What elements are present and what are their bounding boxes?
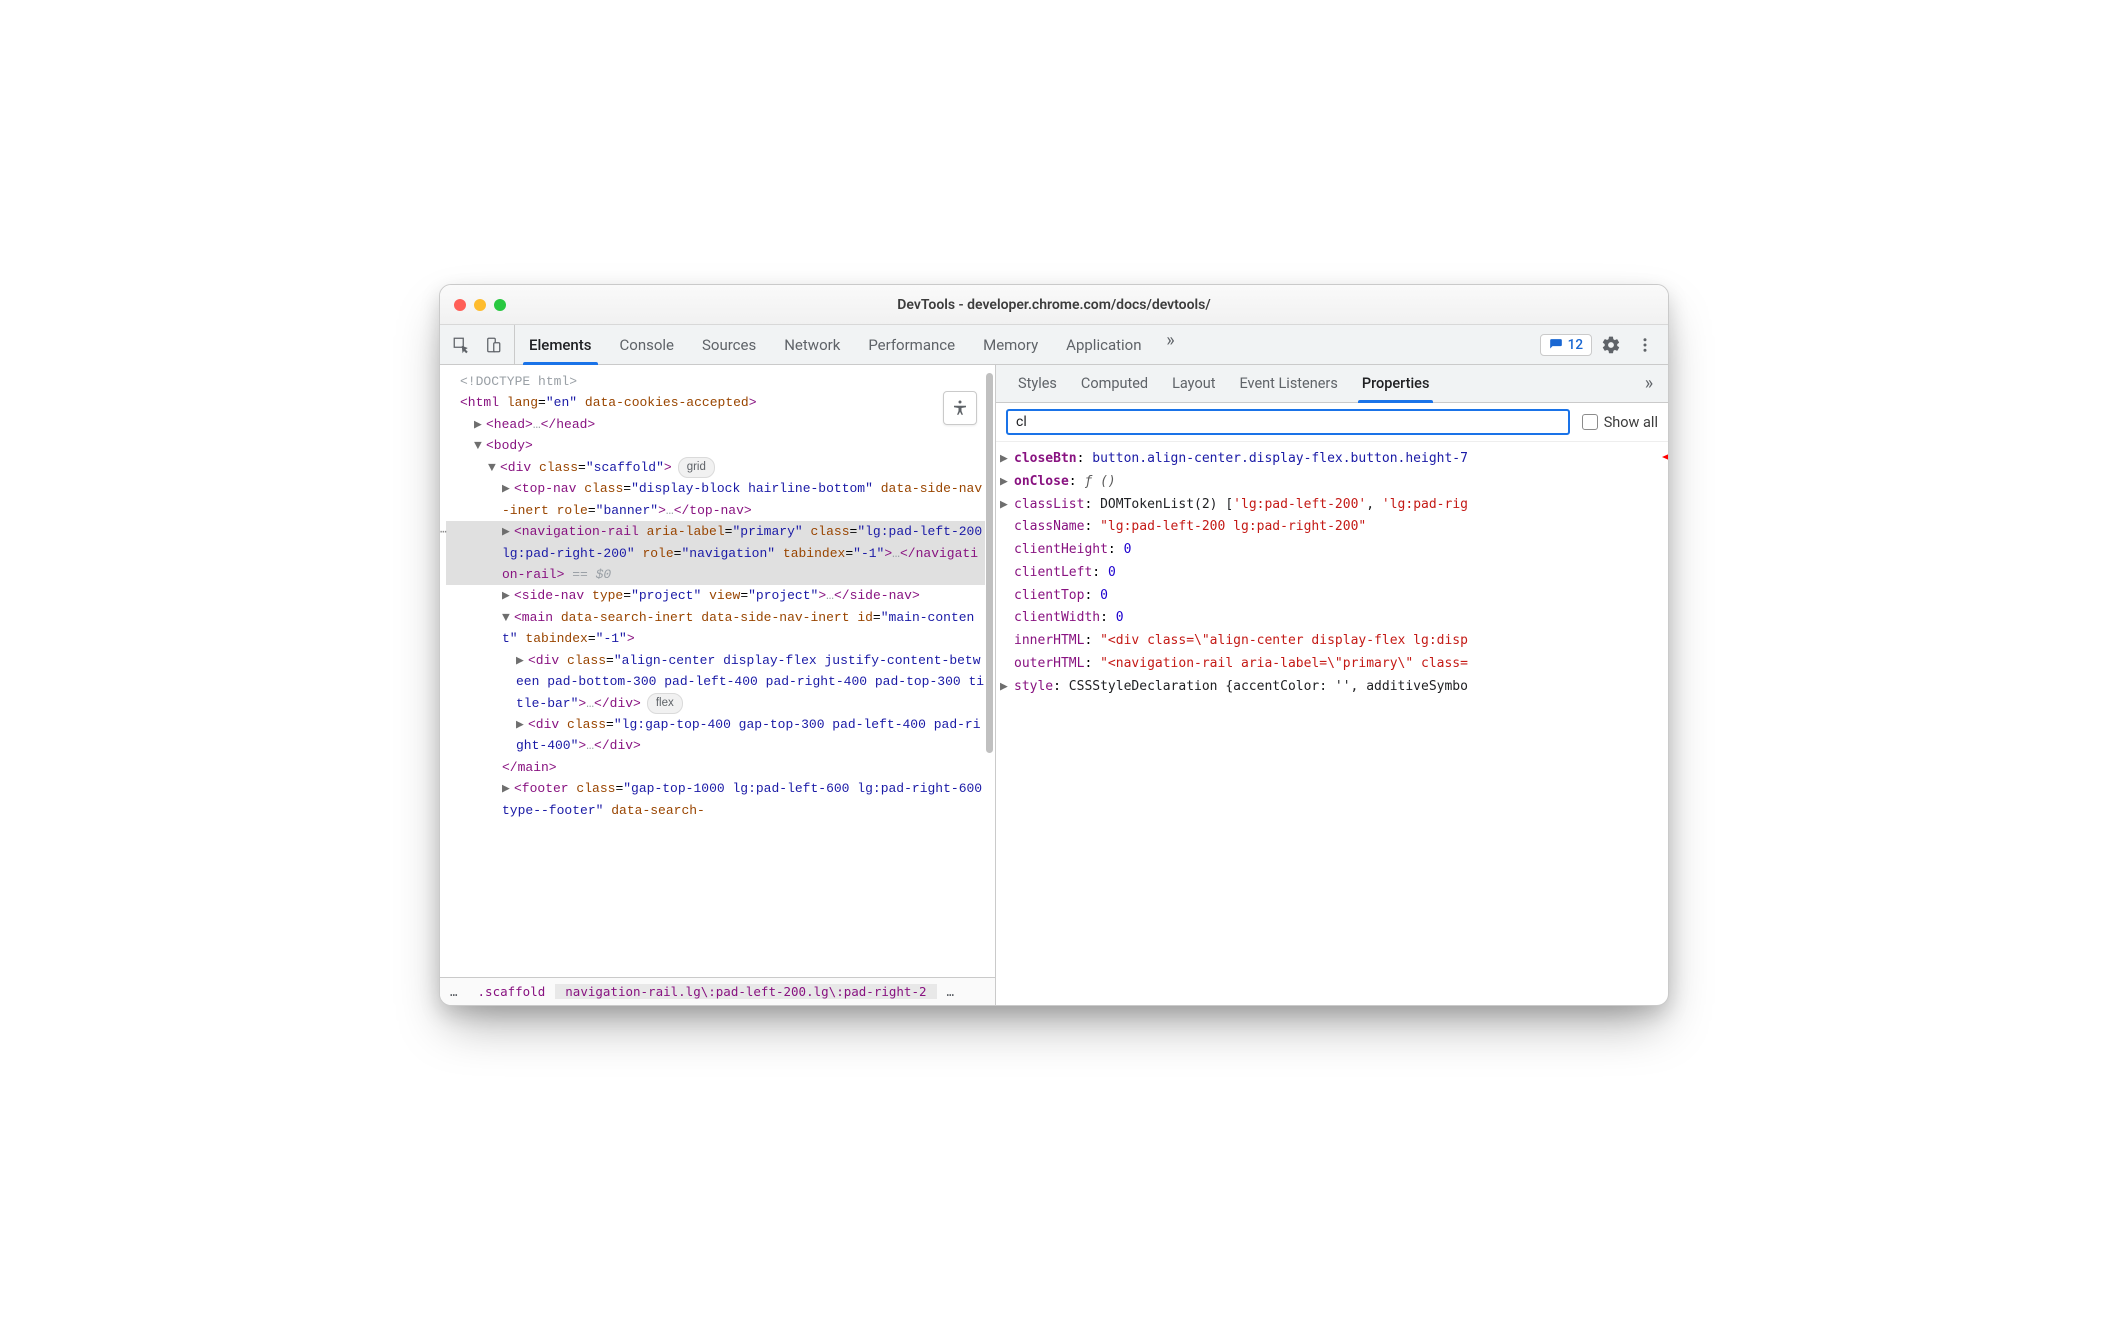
properties-filter-row: Show all (996, 403, 1668, 442)
dom-node[interactable]: ▶<head>…</head> (446, 414, 985, 435)
window-title: DevTools - developer.chrome.com/docs/dev… (440, 297, 1668, 313)
dom-node[interactable]: ▶<side-nav type="project" view="project"… (446, 585, 985, 606)
breadcrumb[interactable]: … .scaffold navigation-rail.lg\:pad-left… (440, 977, 995, 1005)
layout-badge[interactable]: flex (647, 693, 683, 714)
property-row[interactable]: ▶style: CSSStyleDeclaration {accentColor… (1000, 676, 1664, 699)
breadcrumb-overflow-icon[interactable]: … (937, 984, 965, 999)
settings-icon[interactable] (1596, 330, 1626, 360)
dom-node[interactable]: ▼<div class="scaffold">grid (446, 457, 985, 478)
maximize-window-button[interactable] (494, 299, 506, 311)
minimize-window-button[interactable] (474, 299, 486, 311)
tab-performance[interactable]: Performance (854, 325, 969, 364)
dom-node[interactable]: ▶<div class="lg:gap-top-400 gap-top-300 … (446, 714, 985, 757)
property-row[interactable]: clientTop: 0 (1000, 585, 1664, 608)
subtabs-overflow-icon[interactable] (1634, 369, 1664, 399)
breadcrumb-overflow-icon[interactable]: … (440, 984, 468, 999)
side-panel: Styles Computed Layout Event Listeners P… (996, 365, 1668, 1005)
crumb-navigation-rail[interactable]: navigation-rail.lg\:pad-left-200.lg\:pad… (555, 984, 936, 999)
main-toolbar: Elements Console Sources Network Perform… (440, 325, 1668, 365)
dom-node-selected[interactable]: ⋯▶<navigation-rail aria-label="primary" … (446, 521, 985, 585)
property-row[interactable]: ▶classList: DOMTokenList(2) ['lg:pad-lef… (1000, 494, 1664, 517)
more-menu-icon[interactable] (1630, 330, 1660, 360)
dom-node[interactable]: <html lang="en" data-cookies-accepted> (446, 392, 985, 413)
property-row[interactable]: ▶onClose: ƒ () (1000, 471, 1664, 494)
dom-scrollbar[interactable] (986, 373, 993, 753)
dom-node[interactable]: ▼<body> (446, 435, 985, 456)
subtab-styles[interactable]: Styles (1006, 365, 1069, 402)
dom-node[interactable]: <!DOCTYPE html> (446, 371, 985, 392)
dom-node[interactable]: ▶<div class="align-center display-flex j… (446, 650, 985, 714)
property-row[interactable]: clientLeft: 0 (1000, 562, 1664, 585)
properties-list[interactable]: ▶closeBtn: button.align-center.display-f… (996, 442, 1668, 704)
tab-sources[interactable]: Sources (688, 325, 770, 364)
property-row[interactable]: outerHTML: "<navigation-rail aria-label=… (1000, 653, 1664, 676)
property-row[interactable]: ▶closeBtn: button.align-center.display-f… (1000, 448, 1664, 471)
dom-pane: <!DOCTYPE html> <html lang="en" data-coo… (440, 365, 996, 1005)
property-row[interactable]: clientWidth: 0 (1000, 607, 1664, 630)
tab-memory[interactable]: Memory (969, 325, 1052, 364)
property-row[interactable]: clientHeight: 0 (1000, 539, 1664, 562)
issues-count: 12 (1568, 337, 1583, 353)
tabs-overflow-icon[interactable] (1156, 325, 1186, 355)
main-tabs: Elements Console Sources Network Perform… (515, 325, 1186, 364)
subtab-event-listeners[interactable]: Event Listeners (1227, 365, 1349, 402)
dom-node[interactable]: ▶<footer class="gap-top-1000 lg:pad-left… (446, 778, 985, 821)
subtab-properties[interactable]: Properties (1350, 365, 1442, 402)
traffic-lights (454, 299, 506, 311)
inspect-element-icon[interactable] (446, 330, 476, 360)
show-all-label: Show all (1604, 414, 1658, 431)
crumb-scaffold[interactable]: .scaffold (468, 984, 556, 999)
show-all-toggle[interactable]: Show all (1582, 414, 1658, 431)
issues-badge[interactable]: 12 (1540, 334, 1592, 356)
devtools-window: DevTools - developer.chrome.com/docs/dev… (439, 284, 1669, 1006)
property-row[interactable]: className: "lg:pad-left-200 lg:pad-right… (1000, 516, 1664, 539)
dom-node[interactable]: ▼<main data-search-inert data-side-nav-i… (446, 607, 985, 650)
show-all-checkbox[interactable] (1582, 414, 1598, 430)
tab-network[interactable]: Network (770, 325, 854, 364)
properties-filter-input[interactable] (1006, 409, 1570, 435)
dom-tree[interactable]: <!DOCTYPE html> <html lang="en" data-coo… (440, 365, 995, 977)
device-toolbar-icon[interactable] (478, 330, 508, 360)
close-window-button[interactable] (454, 299, 466, 311)
tab-console[interactable]: Console (606, 325, 689, 364)
subtab-computed[interactable]: Computed (1069, 365, 1160, 402)
subtab-layout[interactable]: Layout (1160, 365, 1227, 402)
titlebar: DevTools - developer.chrome.com/docs/dev… (440, 285, 1668, 325)
dom-node[interactable]: </main> (446, 757, 985, 778)
property-row[interactable]: innerHTML: "<div class=\"align-center di… (1000, 630, 1664, 653)
dom-node[interactable]: ▶<top-nav class="display-block hairline-… (446, 478, 985, 521)
tab-application[interactable]: Application (1052, 325, 1155, 364)
tab-elements[interactable]: Elements (515, 325, 606, 364)
side-panel-tabs: Styles Computed Layout Event Listeners P… (996, 365, 1668, 403)
content-area: <!DOCTYPE html> <html lang="en" data-coo… (440, 365, 1668, 1005)
layout-badge[interactable]: grid (678, 457, 715, 478)
